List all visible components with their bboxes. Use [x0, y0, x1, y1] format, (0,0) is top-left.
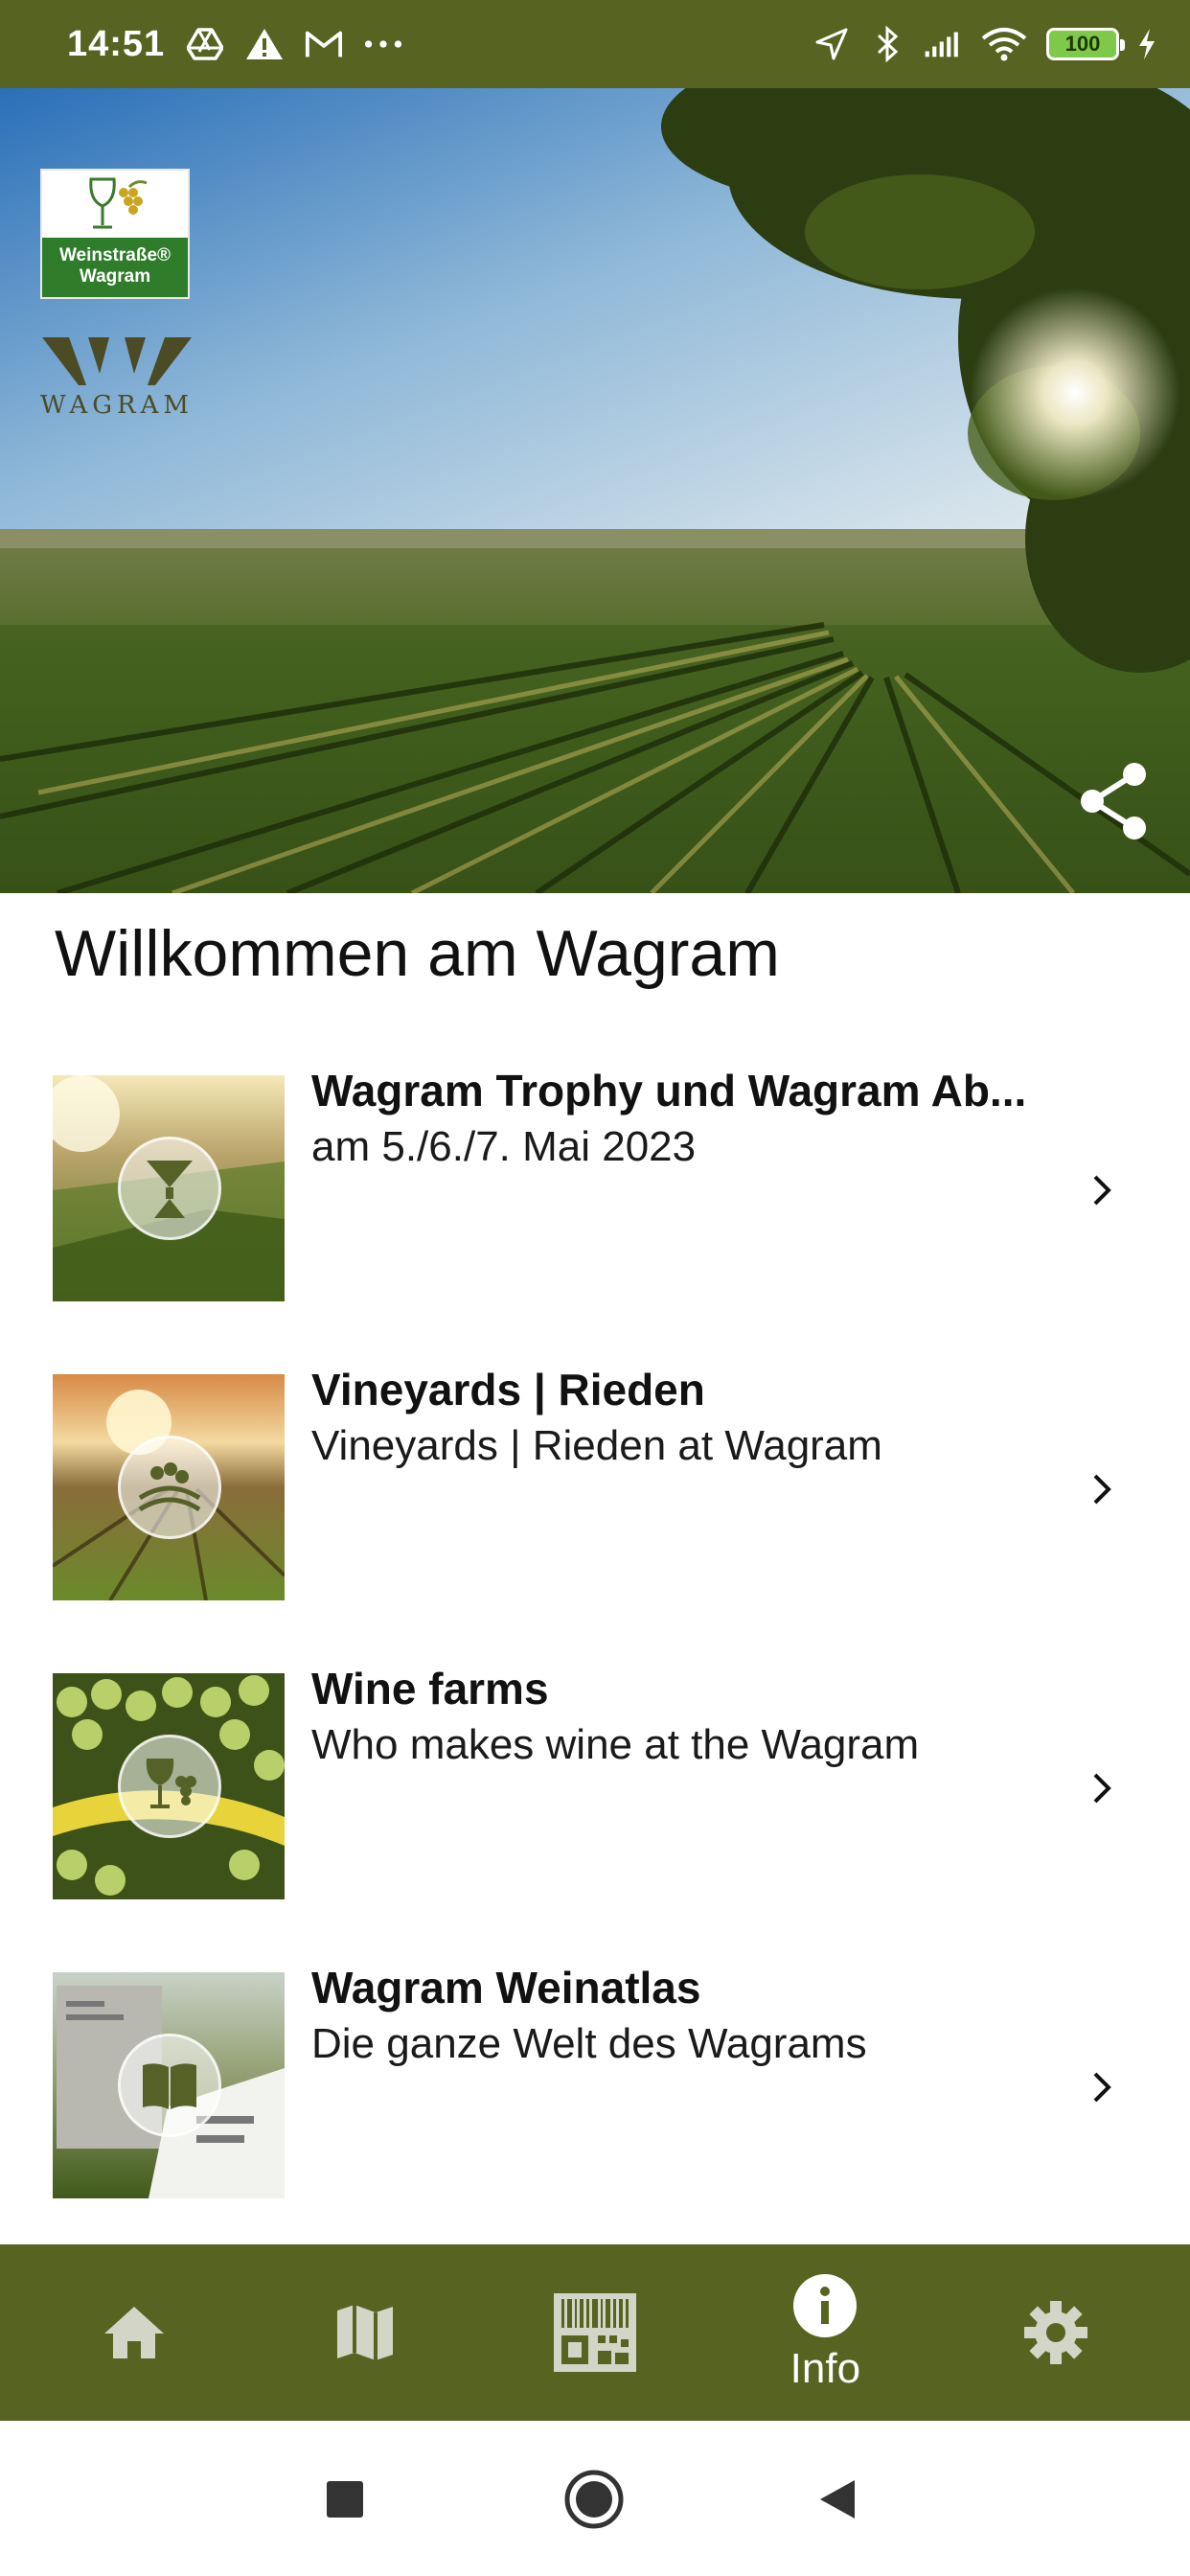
nav-info-label: Info — [790, 2345, 861, 2392]
gmail-icon — [305, 25, 343, 63]
item-subtitle: Die ganze Welt des Wagrams — [311, 2020, 867, 2067]
more-dots-icon — [364, 25, 402, 63]
home-button[interactable] — [558, 2463, 630, 2536]
item-title: Wagram Weinatlas — [311, 1963, 701, 2012]
map-icon — [336, 2305, 393, 2360]
square-icon — [327, 2481, 363, 2518]
nav-qr-code[interactable] — [518, 2256, 672, 2409]
status-bar: 14:51 100 — [0, 0, 1190, 88]
recent-apps-button[interactable] — [309, 2463, 381, 2536]
thumbnail-wine-farms — [53, 1673, 285, 1899]
circle-icon — [564, 2470, 624, 2529]
status-time: 14:51 — [67, 23, 166, 64]
chevron-right-icon — [1083, 1767, 1121, 1809]
nav-settings[interactable] — [979, 2256, 1133, 2409]
location-icon — [812, 25, 851, 63]
book-icon — [118, 2034, 221, 2137]
wifi-icon — [979, 25, 1029, 63]
share-icon — [1081, 763, 1146, 840]
item-subtitle: Vineyards | Rieden at Wagram — [311, 1422, 882, 1469]
back-triangle-icon — [820, 2480, 855, 2518]
page-title: Willkommen am Wagram — [55, 917, 780, 990]
drive-icon — [186, 25, 224, 63]
weinstrasse-logo: Weinstraße® Wagram — [40, 169, 190, 299]
wagram-brand-logo: WAGRAM — [40, 335, 194, 422]
thumbnail-vineyards — [53, 1374, 285, 1600]
bottom-navigation: Info — [0, 2244, 1190, 2421]
settings-icon — [1023, 2301, 1087, 2364]
charging-icon — [1136, 25, 1157, 63]
chevron-right-icon — [1083, 1169, 1121, 1211]
bluetooth-icon — [868, 25, 906, 63]
battery-level: 100 — [1064, 32, 1101, 56]
warning-icon — [245, 25, 284, 63]
trophy-icon — [118, 1137, 221, 1240]
item-title: Wagram Trophy und Wagram Ab... — [311, 1066, 1027, 1116]
item-title: Vineyards | Rieden — [311, 1365, 705, 1414]
item-title: Wine farms — [311, 1664, 549, 1714]
back-button[interactable] — [801, 2463, 874, 2536]
nav-home[interactable] — [57, 2256, 211, 2409]
nav-map[interactable] — [288, 2256, 442, 2409]
chevron-right-icon — [1083, 2066, 1121, 2108]
nav-info[interactable]: Info — [748, 2256, 902, 2409]
signal-icon — [924, 25, 962, 63]
list-item-weinatlas[interactable]: Wagram Weinatlas Die ganze Welt des Wagr… — [0, 1942, 1190, 2241]
vineyard-icon — [118, 1436, 221, 1539]
logo-line-2: Wagram — [79, 266, 151, 287]
wine-glass-grapes-icon — [118, 1735, 221, 1838]
item-subtitle: am 5./6./7. Mai 2023 — [311, 1123, 697, 1170]
content-list: Wagram Trophy und Wagram Ab... am 5./6./… — [0, 1045, 1190, 2241]
list-item-wine-farms[interactable]: Wine farms Who makes wine at the Wagram — [0, 1643, 1190, 1942]
chevron-right-icon — [1083, 1468, 1121, 1510]
item-subtitle: Who makes wine at the Wagram — [311, 1721, 920, 1768]
battery-icon: 100 — [1046, 28, 1125, 60]
system-navigation-bar — [0, 2421, 1190, 2576]
list-item-vineyards[interactable]: Vineyards | Rieden Vineyards | Rieden at… — [0, 1344, 1190, 1643]
thumbnail-trophy — [53, 1075, 285, 1301]
logo-line-1: Weinstraße® — [58, 245, 172, 265]
list-item-trophy[interactable]: Wagram Trophy und Wagram Ab... am 5./6./… — [0, 1045, 1190, 1344]
info-icon — [793, 2274, 858, 2337]
share-button[interactable] — [1071, 759, 1156, 843]
wagram-wordmark: WAGRAM — [40, 391, 194, 420]
hero-image: Weinstraße® Wagram WAGRAM — [0, 88, 1190, 893]
qr-code-icon — [553, 2293, 636, 2372]
home-icon — [104, 2307, 165, 2358]
thumbnail-weinatlas — [53, 1972, 285, 2198]
wine-glass-logo-icon — [89, 177, 148, 229]
